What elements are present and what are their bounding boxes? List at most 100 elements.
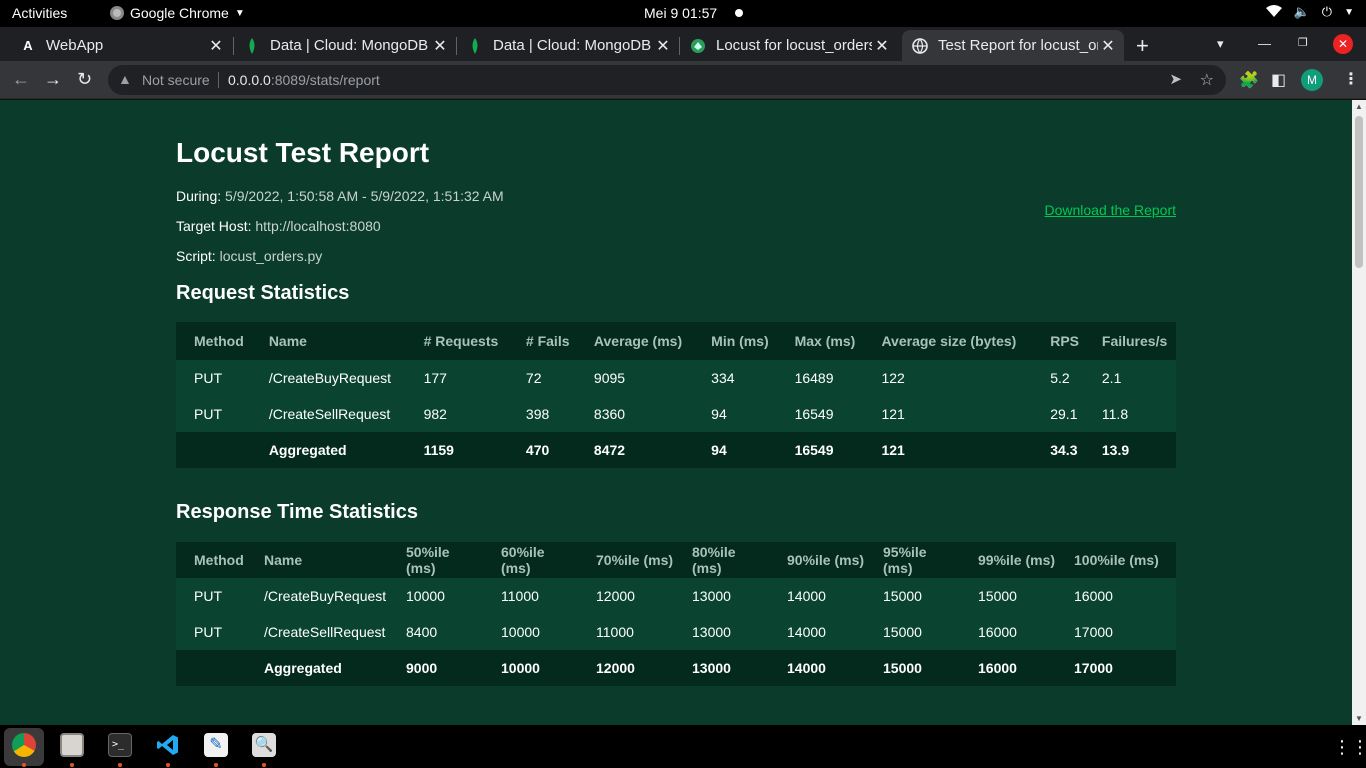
table-cell: 2.1 [1101,370,1122,386]
running-indicator [22,763,26,767]
scroll-down-icon[interactable]: ▼ [1355,714,1363,723]
chrome-dock-icon[interactable] [12,733,36,757]
table-cell: 8360 [593,406,626,422]
column-header: 99%ile (ms) [978,552,1056,568]
back-arrow-icon[interactable]: ← [12,69,30,90]
tab-webapp[interactable]: A WebApp ✕ [10,30,232,61]
table-cell: 15000 [883,624,922,640]
table-cell: 13000 [692,624,731,640]
extensions-puzzle-icon[interactable]: 🧩 [1239,70,1259,90]
warning-triangle-icon[interactable]: ▲ [118,71,132,87]
response-time-statistics-table: Method Name 50%ile (ms) 60%ile (ms) 70%i… [176,542,1176,686]
table-header-row: Method Name # Requests # Fails Average (… [176,322,1176,360]
table-cell: 177 [423,370,447,386]
table-row: PUT /CreateSellRequest 8400 10000 11000 … [176,614,1176,650]
terminal-dock-icon[interactable]: >_ [108,733,132,757]
restore-icon[interactable]: ❐ [1298,36,1308,49]
activities-button[interactable]: Activities [12,5,67,21]
table-cell: PUT [194,406,222,422]
address-bar[interactable]: ▲ Not secure 0.0.0.0:8089/stats/report ➤… [108,65,1226,95]
table-cell: 16489 [794,370,834,386]
close-tab-icon[interactable]: ✕ [206,36,226,56]
security-label[interactable]: Not secure [142,72,210,88]
column-header: RPS [1050,333,1080,349]
column-header: Method [194,552,244,568]
tab-mongodb-2[interactable]: Data | Cloud: MongoDB ✕ [457,30,679,61]
table-cell: 17000 [1074,660,1113,676]
tab-test-report[interactable]: Test Report for locust_orders ✕ [902,30,1124,61]
image-viewer-dock-icon[interactable]: 🔍 [252,733,276,757]
table-cell: 13000 [692,660,731,676]
tab-mongodb-1[interactable]: Data | Cloud: MongoDB ✕ [234,30,456,61]
download-report-link[interactable]: Download the Report [1044,202,1176,218]
minimize-icon[interactable]: — [1258,36,1271,51]
table-cell: PUT [194,588,222,604]
globe-icon [912,37,928,54]
app-menu[interactable]: Google Chrome ▼ [110,5,245,21]
target-host-line: Target Host: http://localhost:8080 [176,218,381,234]
reload-icon[interactable]: ↻ [77,69,92,90]
column-header: 90%ile (ms) [787,552,865,568]
url-text[interactable]: 0.0.0.0:8089/stats/report [228,72,380,88]
table-cell: 16000 [1074,588,1113,604]
tab-title: WebApp [46,37,104,54]
mongodb-leaf-icon [467,37,483,54]
column-header: 100%ile (ms) [1074,552,1159,568]
tab-search-chevron-icon[interactable]: ▾ [1217,36,1224,52]
table-cell: 11.8 [1101,406,1129,422]
script-line: Script: locust_orders.py [176,248,322,264]
show-applications-grid-icon[interactable]: ⋮⋮⋮ [1333,737,1366,758]
forward-arrow-icon[interactable]: → [44,69,62,90]
scroll-up-icon[interactable]: ▲ [1355,102,1363,111]
table-cell: 10000 [501,660,540,676]
scrollbar-thumb[interactable] [1355,116,1363,268]
text-editor-dock-icon[interactable]: ✎ [204,733,228,757]
table-cell: 16000 [978,660,1017,676]
caret-down-icon: ▼ [234,7,245,19]
table-cell: 9095 [593,370,626,386]
request-statistics-heading: Request Statistics [176,282,350,304]
send-to-device-icon[interactable]: ➤ [1169,70,1182,88]
close-tab-icon[interactable]: ✕ [872,36,892,56]
files-dock-icon[interactable] [60,733,84,757]
table-cell: 17000 [1074,624,1113,640]
chrome-icon [110,6,124,20]
side-panel-icon[interactable]: ◧ [1271,70,1286,90]
tab-locust[interactable]: Locust for locust_orders ✕ [680,30,898,61]
locust-icon [690,38,706,54]
table-row: PUT /CreateBuyRequest 177 72 9095 334 16… [176,360,1176,396]
more-menu-icon[interactable]: ⋮ [1343,69,1359,89]
close-tab-icon[interactable]: ✕ [1098,36,1118,56]
window-close-icon[interactable]: ✕ [1333,34,1353,54]
table-cell: 14000 [787,588,826,604]
column-header: Average (ms) [593,333,683,349]
vscode-dock-icon[interactable] [156,733,180,757]
browser-toolbar: ← → ↻ ▲ Not secure 0.0.0.0:8089/stats/re… [0,61,1366,99]
close-tab-icon[interactable]: ✕ [653,36,673,56]
close-tab-icon[interactable]: ✕ [430,36,450,56]
url-path: :8089/stats/report [270,72,380,88]
column-header: # Fails [525,333,570,349]
table-cell: /CreateBuyRequest [264,588,387,604]
system-tray[interactable]: 🔈 ⏻ ▼ [1265,4,1354,20]
vertical-scrollbar[interactable]: ▲ ▼ [1352,100,1366,725]
angular-icon: A [23,38,33,53]
column-header: Failures/s [1101,333,1168,349]
clock[interactable]: Mei 9 01:57 [644,5,717,21]
bookmark-star-icon[interactable]: ☆ [1200,70,1214,90]
mongodb-leaf-icon [244,37,260,54]
column-header: Average size (bytes) [881,333,1017,349]
volume-icon: 🔈 [1293,4,1310,19]
table-cell [176,432,251,468]
tab-title: Data | Cloud: MongoDB [270,37,429,54]
new-tab-plus-icon[interactable]: + [1136,33,1149,59]
table-cell [176,650,246,686]
profile-avatar[interactable]: M [1301,69,1323,91]
column-header: # Requests [423,333,499,349]
omnibox-divider [218,72,219,88]
running-indicator [166,763,170,767]
table-cell: 16000 [978,624,1017,640]
column-header: Min (ms) [711,333,769,349]
running-indicator [70,763,74,767]
table-cell: Aggregated [268,442,347,458]
